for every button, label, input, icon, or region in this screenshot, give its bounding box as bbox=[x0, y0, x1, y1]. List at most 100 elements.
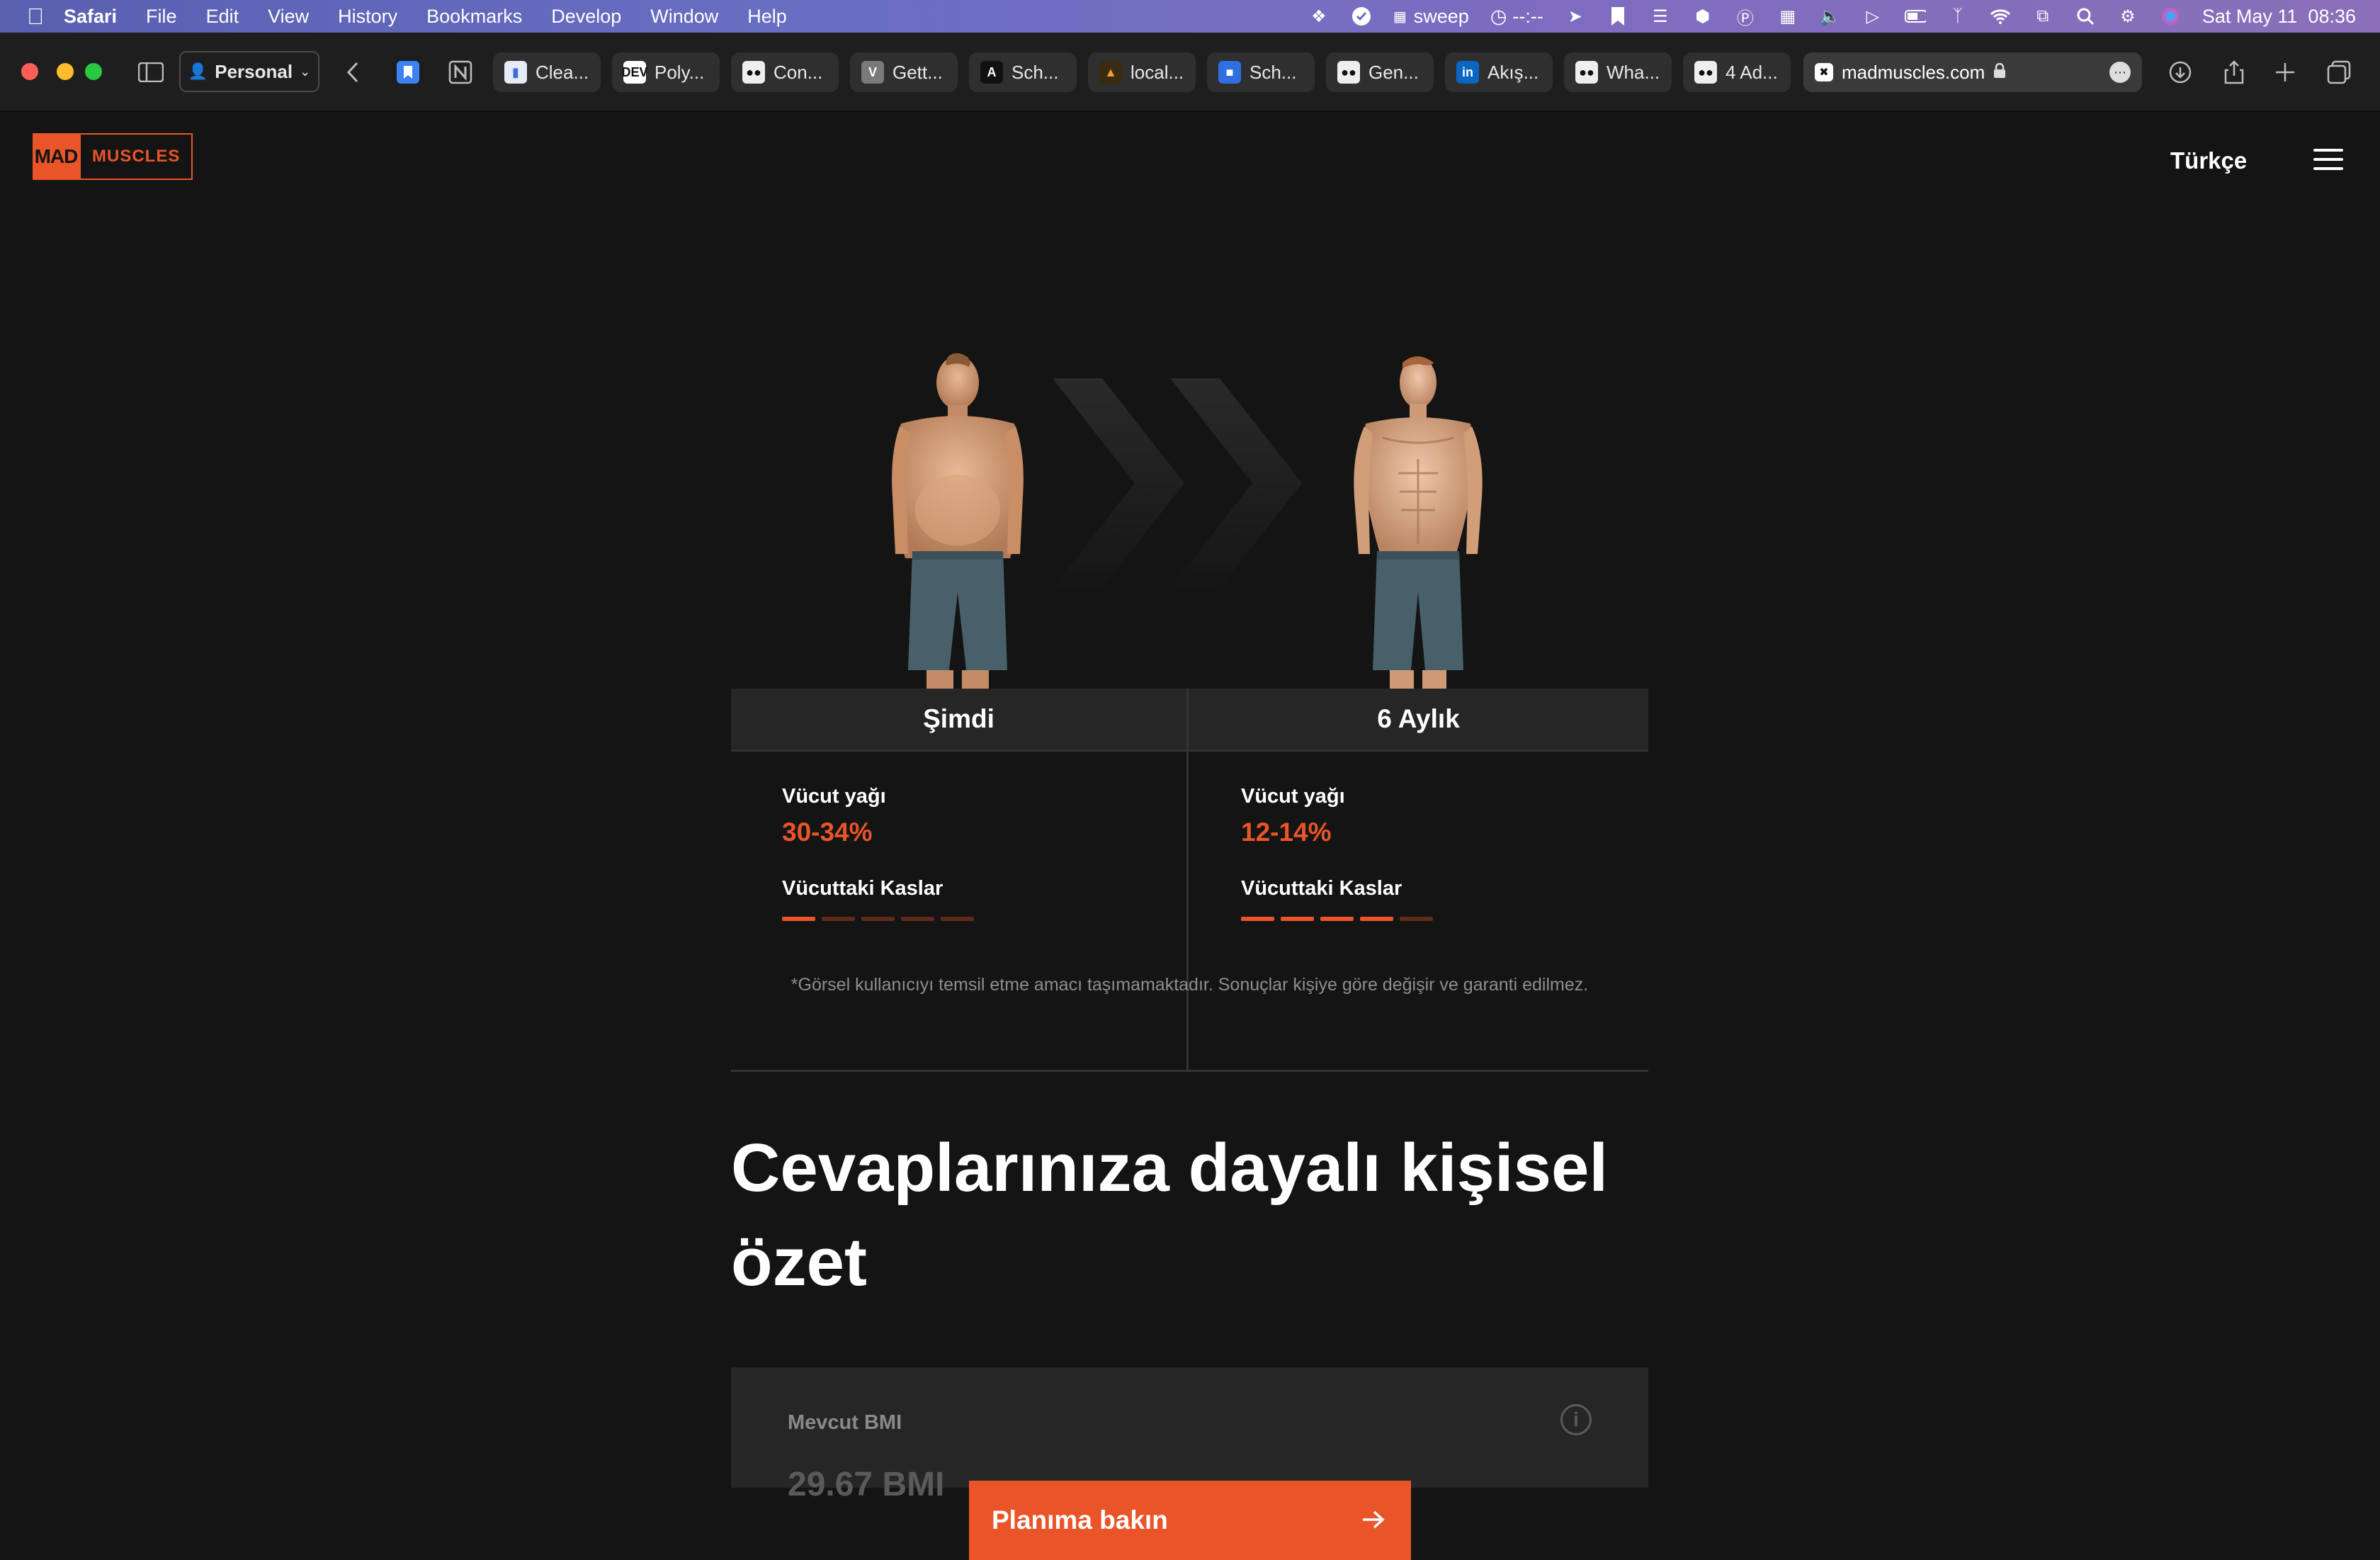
menu-help[interactable]: Help bbox=[747, 6, 787, 28]
cube-icon[interactable]: ⬢ bbox=[1692, 6, 1713, 27]
browser-toolbar: 👤 Personal ⌄ ▮ Clea... DEV Poly... ●● Con..… bbox=[0, 33, 2380, 112]
spotlight-search-icon[interactable] bbox=[2075, 6, 2096, 27]
cursor-icon[interactable]: ➤ bbox=[1565, 6, 1586, 27]
siri-icon[interactable] bbox=[2160, 6, 2181, 27]
download-icon[interactable] bbox=[2168, 60, 2193, 85]
tab-label: Poly... bbox=[654, 61, 705, 83]
tab-overview-icon[interactable] bbox=[2326, 60, 2352, 85]
future-body-fat-label: Vücut yağı bbox=[1241, 785, 1345, 808]
tab-11[interactable]: ●● 4 Ad... bbox=[1683, 52, 1791, 92]
back-icon[interactable] bbox=[340, 60, 366, 85]
volume-icon[interactable]: 🔈 bbox=[1820, 6, 1841, 27]
bluetooth-icon[interactable]: ᛉ bbox=[1947, 6, 1968, 27]
future-column-header: 6 Aylık bbox=[1189, 689, 1648, 750]
medium-icon: ●● bbox=[1337, 61, 1360, 84]
now-body-fat-label: Vücut yağı bbox=[782, 785, 886, 808]
future-title: 6 Aylık bbox=[1377, 704, 1460, 733]
madmuscles-logo[interactable]: MAD MUSCLES bbox=[33, 133, 193, 180]
card-bottom-divider bbox=[731, 1070, 1648, 1072]
tab-7[interactable]: ■ Sch... bbox=[1207, 52, 1315, 92]
disclaimer-text: *Görsel kullanıcıyı temsil etme amacı ta… bbox=[790, 975, 1589, 995]
card-column-divider bbox=[1186, 689, 1189, 1071]
v-icon: V bbox=[861, 61, 884, 84]
now-title: Şimdi bbox=[923, 704, 994, 733]
menu-develop[interactable]: Develop bbox=[551, 6, 621, 28]
summary-heading: Cevaplarınıza dayalı kişisel özet bbox=[731, 1130, 1609, 1300]
control-center-icon[interactable]: ⚙ bbox=[2117, 6, 2138, 27]
tab-2[interactable]: DEV Poly... bbox=[612, 52, 720, 92]
menu-window[interactable]: Window bbox=[650, 6, 718, 28]
figma-icon[interactable]: ❖ bbox=[1308, 6, 1330, 27]
medium-icon: ●● bbox=[1575, 61, 1598, 84]
see-my-plan-button[interactable]: Planıma bakın bbox=[969, 1481, 1411, 1560]
tab-9[interactable]: in Akış... bbox=[1445, 52, 1553, 92]
future-muscle-level-bar bbox=[1241, 917, 1433, 921]
a-icon: A bbox=[980, 61, 1003, 84]
lock-icon bbox=[1993, 62, 2006, 84]
apple-icon[interactable]:  bbox=[27, 4, 44, 30]
info-icon[interactable]: i bbox=[1560, 1404, 1592, 1435]
menu-bar:  Safari File Edit View History Bookmark… bbox=[0, 0, 2380, 33]
tab-10[interactable]: ●● Wha... bbox=[1564, 52, 1672, 92]
menu-file[interactable]: File bbox=[146, 6, 177, 28]
language-selector[interactable]: Türkçe bbox=[2170, 147, 2247, 174]
close-window-button[interactable] bbox=[21, 63, 38, 80]
address-text: madmuscles.com bbox=[1842, 61, 1985, 83]
now-muscle-level-bar bbox=[782, 917, 974, 921]
timer-status[interactable]: ◷ --:-- bbox=[1490, 6, 1543, 28]
muscle-level-segment bbox=[1400, 917, 1433, 921]
battery-icon[interactable] bbox=[1904, 6, 1926, 27]
future-body-fat-value: 12-14% bbox=[1241, 818, 1332, 847]
bookmark-icon[interactable] bbox=[1607, 6, 1628, 27]
flag-uk-icon: ▦ bbox=[1393, 9, 1407, 25]
menu-history[interactable]: History bbox=[338, 6, 397, 28]
bmi-value: 29.67 BMI bbox=[788, 1466, 945, 1503]
chevron-down-icon: ⌄ bbox=[300, 64, 311, 79]
person-icon: 👤 bbox=[188, 62, 208, 80]
sweep-label: sweep bbox=[1413, 5, 1469, 27]
wifi-icon[interactable] bbox=[1990, 6, 2011, 27]
ship-icon: ▲ bbox=[1099, 61, 1122, 84]
menu-app-name[interactable]: Safari bbox=[64, 6, 117, 28]
hamburger-menu-icon[interactable] bbox=[2313, 149, 2343, 170]
new-tab-icon[interactable] bbox=[2272, 60, 2298, 85]
p-icon[interactable]: Ⓟ bbox=[1735, 6, 1756, 28]
stack-icon[interactable]: ☰ bbox=[1650, 6, 1671, 27]
tab-label: Clea... bbox=[536, 61, 589, 83]
screen-mirroring-icon[interactable]: ⧉ bbox=[2032, 6, 2053, 27]
linkedin-icon: in bbox=[1456, 61, 1479, 84]
grid-icon[interactable]: ▦ bbox=[1777, 6, 1798, 27]
more-options-icon[interactable]: ⋯ bbox=[2109, 62, 2131, 83]
card-header-divider bbox=[731, 750, 1648, 752]
muscle-level-segment bbox=[1360, 917, 1393, 921]
bookmarks-icon[interactable] bbox=[395, 60, 421, 85]
tab-8[interactable]: ●● Gen... bbox=[1326, 52, 1434, 92]
sidebar-toggle-icon[interactable] bbox=[138, 60, 164, 85]
logo-mad: MAD bbox=[33, 133, 79, 180]
profile-selector[interactable]: 👤 Personal ⌄ bbox=[179, 51, 319, 92]
tab-label: Akış... bbox=[1488, 61, 1539, 83]
tab-1[interactable]: ▮ Clea... bbox=[493, 52, 601, 92]
menu-bookmarks[interactable]: Bookmarks bbox=[426, 6, 522, 28]
tab-label: Gen... bbox=[1368, 61, 1419, 83]
clock-datetime[interactable]: Sat May 11 08:36 bbox=[2202, 6, 2356, 28]
sweep-status[interactable]: ▦ sweep bbox=[1393, 6, 1469, 28]
tab-label: 4 Ad... bbox=[1726, 61, 1778, 83]
zoom-window-button[interactable] bbox=[85, 63, 102, 80]
check-icon[interactable] bbox=[1351, 6, 1372, 27]
status-area: ❖ ▦ sweep ◷ --:-- ➤ ☰ ⬢ Ⓟ ▦ 🔈 ▷ ᛉ ⧉ ⚙ Sa… bbox=[1308, 0, 2356, 33]
tab-5[interactable]: A Sch... bbox=[969, 52, 1077, 92]
notion-icon[interactable] bbox=[448, 60, 473, 85]
menu-edit[interactable]: Edit bbox=[206, 6, 239, 28]
tab-4[interactable]: V Gett... bbox=[850, 52, 958, 92]
share-icon[interactable] bbox=[2221, 60, 2247, 85]
menu-view[interactable]: View bbox=[268, 6, 309, 28]
tab-label: Sch... bbox=[1012, 61, 1059, 83]
doc-icon: ▮ bbox=[504, 61, 527, 84]
tab-3[interactable]: ●● Con... bbox=[731, 52, 839, 92]
tab-active-address[interactable]: ✖ madmuscles.com ⋯ bbox=[1803, 52, 2142, 92]
tab-6[interactable]: ▲ local... bbox=[1088, 52, 1196, 92]
minimize-window-button[interactable] bbox=[57, 63, 74, 80]
progress-arrow-icon bbox=[1053, 378, 1302, 588]
play-icon[interactable]: ▷ bbox=[1862, 6, 1883, 27]
